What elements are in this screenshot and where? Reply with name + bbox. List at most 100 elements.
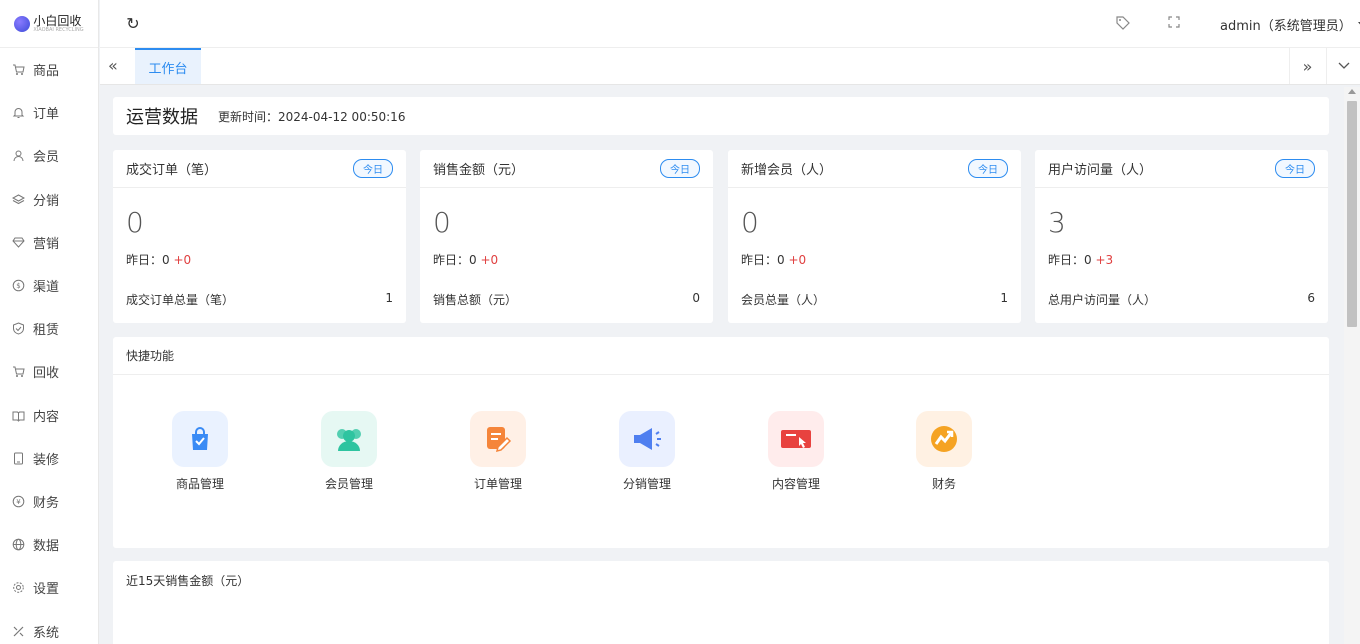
- stat-card: 销售金额（元） 今日 0 昨日：0 +0 销售总额（元） 0: [420, 150, 713, 323]
- today-badge[interactable]: 今日: [1275, 159, 1315, 178]
- stat-card-value: 3: [1048, 206, 1066, 239]
- today-badge[interactable]: 今日: [968, 159, 1008, 178]
- sidebar-item-12[interactable]: 设置: [0, 566, 98, 609]
- sidebar-item-1[interactable]: 订单: [0, 91, 98, 134]
- sidebar-item-11[interactable]: 数据: [0, 523, 98, 566]
- sidebar: 小白回收 XIAOBAI RECYCLING 商品订单会员分销营销 $ 渠道 租赁回收…: [0, 0, 99, 644]
- sidebar-item-label: 设置: [33, 582, 60, 598]
- user-menu[interactable]: admin（系统管理员）: [1220, 15, 1360, 34]
- today-badge[interactable]: 今日: [660, 159, 700, 178]
- sidebar-item-2[interactable]: 会员: [0, 134, 98, 177]
- tools-icon: [12, 625, 25, 638]
- quick-title: 快捷功能: [113, 337, 1329, 375]
- stat-card-yesterday: 昨日：0 +0: [741, 251, 806, 268]
- stat-card-header: 用户访问量（人） 今日: [1035, 150, 1328, 188]
- sidebar-item-9[interactable]: 装修: [0, 437, 98, 480]
- double-chevron-right-icon[interactable]: »: [1289, 48, 1325, 84]
- stat-card-total: 成交订单总量（笔） 1: [126, 291, 393, 308]
- sidebar-item-6[interactable]: 租赁: [0, 307, 98, 350]
- sidebar-item-label: 内容: [33, 409, 60, 425]
- megaphone-icon[interactable]: [619, 411, 675, 467]
- sidebar-item-label: 分销: [33, 193, 60, 209]
- ops-updated-time: 更新时间：2024-04-12 00:50:16: [218, 109, 406, 124]
- book-icon: [12, 409, 25, 422]
- total-label: 总用户访问量（人）: [1048, 293, 1157, 307]
- quick-item[interactable]: 订单管理: [448, 411, 548, 492]
- yen-icon: ¥: [12, 495, 25, 508]
- tab-bar: « 工作台 »: [100, 48, 1360, 85]
- tag-icon[interactable]: [1116, 16, 1134, 34]
- sales-title: 近15天销售金额（元）: [126, 573, 250, 588]
- sidebar-item-8[interactable]: 内容: [0, 394, 98, 437]
- stat-card-total: 会员总量（人） 1: [741, 291, 1008, 308]
- sidebar-item-3[interactable]: 分销: [0, 178, 98, 221]
- logo-tagline: XIAOBAI RECYCLING: [33, 26, 84, 33]
- top-bar: ↻ admin（系统管理员）: [100, 0, 1360, 48]
- quick-item-label: 分销管理: [622, 477, 671, 491]
- total-label: 会员总量（人）: [741, 293, 826, 307]
- bell-icon: [12, 106, 25, 119]
- yesterday-label: 昨日：0: [1048, 253, 1092, 267]
- ops-panel: 运营数据 更新时间：2024-04-12 00:50:16: [113, 97, 1329, 135]
- total-value: 1: [1000, 291, 1008, 305]
- quick-item[interactable]: 商品管理: [150, 411, 250, 492]
- sidebar-item-5[interactable]: $ 渠道: [0, 264, 98, 307]
- stat-card-title: 销售金额（元）: [433, 163, 525, 178]
- stat-card: 用户访问量（人） 今日 3 昨日：0 +3 总用户访问量（人） 6: [1035, 150, 1328, 323]
- sidebar-item-label: 订单: [33, 107, 60, 123]
- quick-item[interactable]: 分销管理: [597, 411, 697, 492]
- yesterday-delta: +3: [1095, 253, 1114, 267]
- shopping-bag-icon[interactable]: [172, 411, 228, 467]
- yesterday-label: 昨日：0: [433, 253, 477, 267]
- sidebar-item-label: 装修: [33, 452, 60, 468]
- total-label: 销售总额（元）: [433, 293, 518, 307]
- members-icon[interactable]: [321, 411, 377, 467]
- quick-item[interactable]: 财务: [894, 411, 994, 492]
- yesterday-label: 昨日：0: [126, 253, 170, 267]
- tab-workbench[interactable]: 工作台: [135, 48, 201, 84]
- logo[interactable]: 小白回收 XIAOBAI RECYCLING: [0, 0, 98, 48]
- content-card-icon[interactable]: [768, 411, 824, 467]
- sidebar-item-label: 数据: [33, 539, 60, 555]
- stat-card-yesterday: 昨日：0 +3: [1048, 251, 1113, 268]
- sidebar-item-label: 会员: [33, 150, 60, 166]
- sidebar-item-label: 渠道: [33, 280, 60, 296]
- sidebar-item-7[interactable]: 回收: [0, 350, 98, 393]
- logo-name: 小白回收: [33, 13, 82, 28]
- quick-panel: 快捷功能 商品管理 会员管理 订单管理 分销管理 内容管理 财务: [113, 337, 1329, 548]
- today-badge[interactable]: 今日: [353, 159, 393, 178]
- double-chevron-left-icon[interactable]: «: [108, 56, 118, 75]
- stat-card-title: 成交订单（笔）: [126, 163, 218, 178]
- cart-icon: [12, 365, 25, 378]
- scrollbar[interactable]: [1344, 87, 1360, 644]
- fullscreen-icon[interactable]: [1168, 16, 1186, 34]
- ops-title: 运营数据: [126, 107, 198, 128]
- yesterday-delta: +0: [173, 253, 192, 267]
- sidebar-item-10[interactable]: ¥ 财务: [0, 480, 98, 523]
- sidebar-item-13[interactable]: 系统: [0, 609, 98, 644]
- total-label: 成交订单总量（笔）: [126, 293, 235, 307]
- quick-item-label: 内容管理: [771, 477, 820, 491]
- scroll-up-icon[interactable]: [1348, 89, 1356, 94]
- quick-item[interactable]: 会员管理: [299, 411, 399, 492]
- yesterday-label: 昨日：0: [741, 253, 785, 267]
- sidebar-item-label: 财务: [33, 495, 60, 511]
- stat-card: 成交订单（笔） 今日 0 昨日：0 +0 成交订单总量（笔） 1: [113, 150, 406, 323]
- stat-card-yesterday: 昨日：0 +0: [126, 251, 191, 268]
- stat-card-header: 新增会员（人） 今日: [728, 150, 1021, 188]
- scroll-thumb[interactable]: [1347, 101, 1357, 327]
- sidebar-item-0[interactable]: 商品: [0, 48, 98, 91]
- finance-chart-icon[interactable]: [916, 411, 972, 467]
- chevron-down-icon[interactable]: [1326, 48, 1360, 84]
- order-edit-icon[interactable]: [470, 411, 526, 467]
- stat-card-value: 0: [741, 206, 759, 239]
- sidebar-item-4[interactable]: 营销: [0, 221, 98, 264]
- refresh-icon[interactable]: ↻: [124, 15, 142, 33]
- quick-item-label: 财务: [931, 477, 956, 491]
- total-value: 0: [692, 291, 700, 305]
- globe-icon: [12, 538, 25, 551]
- logo-mark-icon: [14, 15, 31, 32]
- sidebar-item-label: 系统: [33, 625, 60, 641]
- sidebar-item-label: 回收: [33, 366, 60, 382]
- quick-item[interactable]: 内容管理: [746, 411, 846, 492]
